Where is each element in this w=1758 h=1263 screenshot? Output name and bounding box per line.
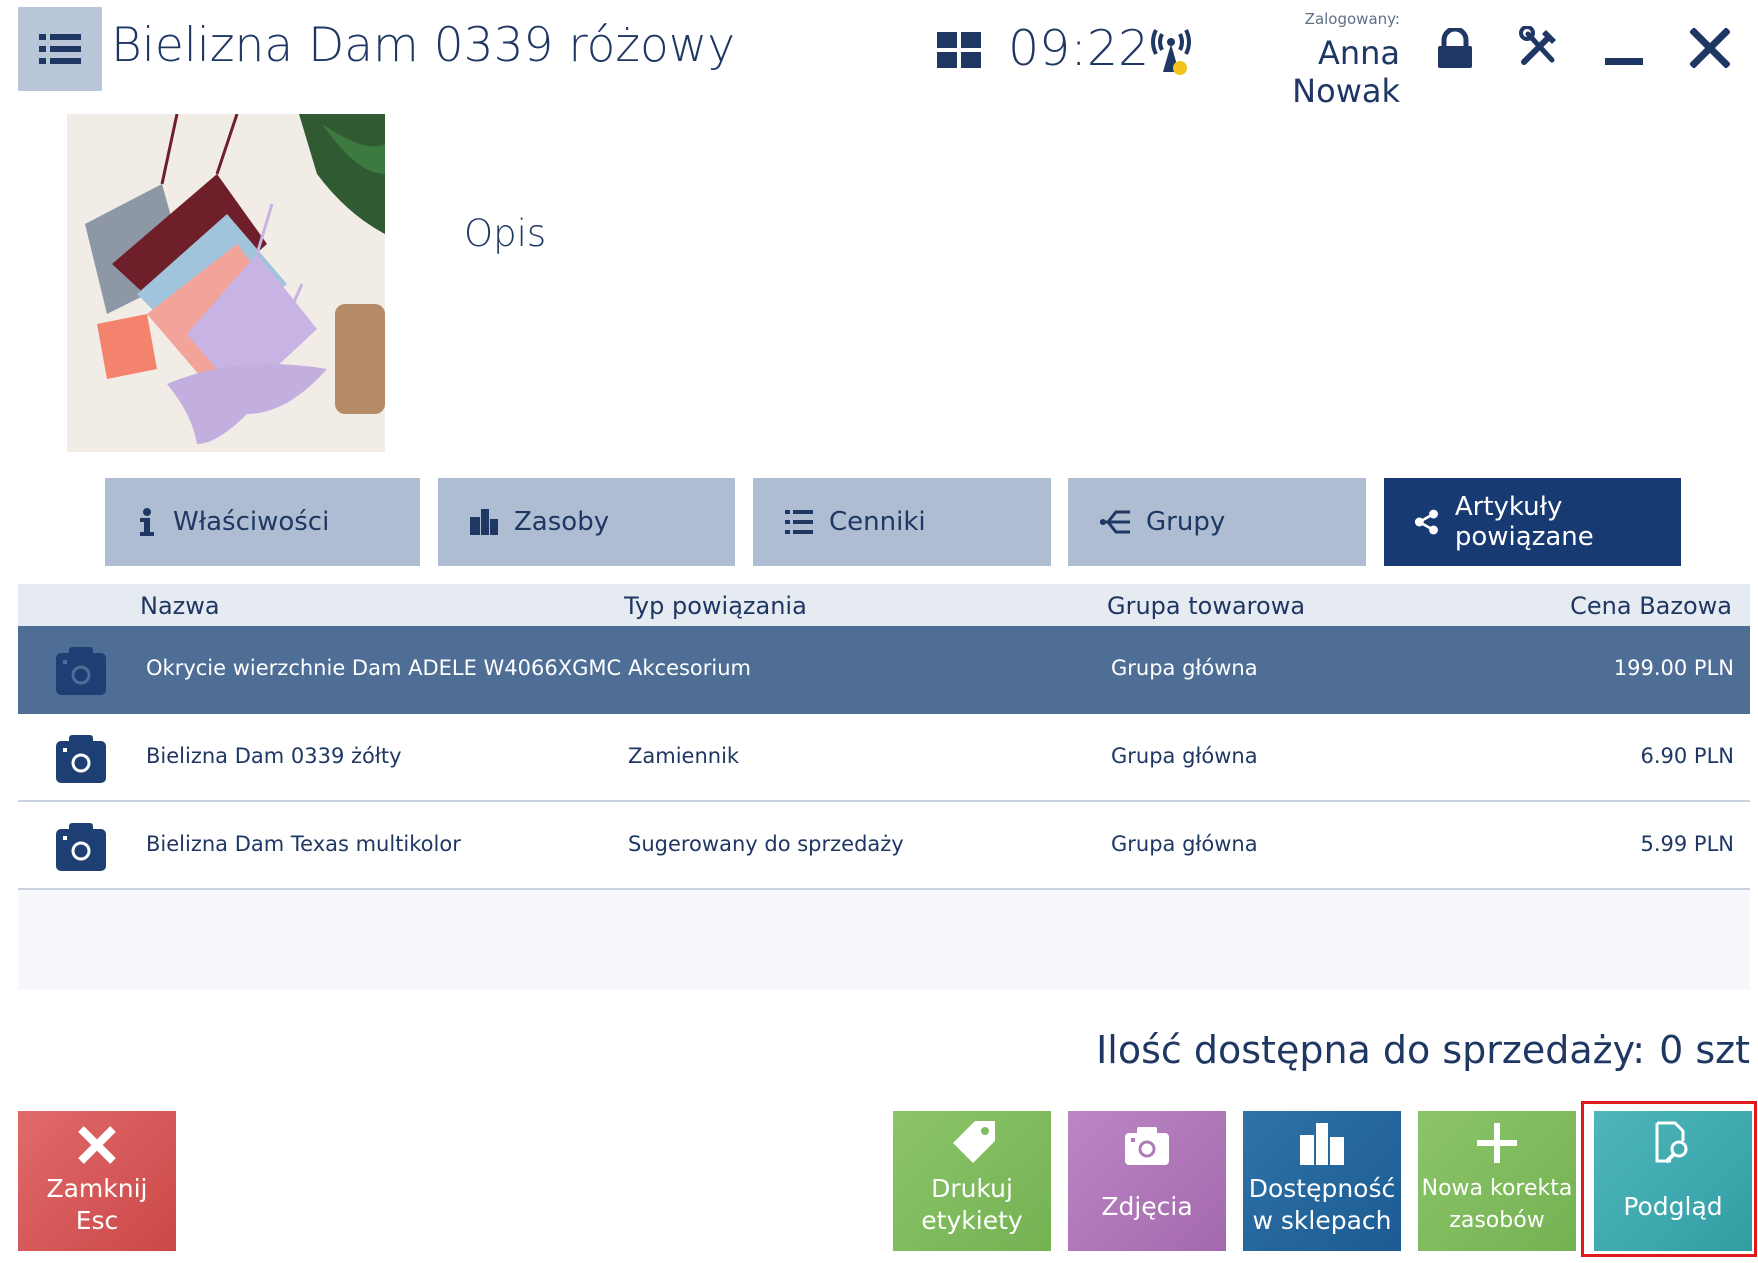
row-base-price: 199.00 PLN: [1613, 656, 1734, 680]
close-button-label: Zamknij: [46, 1174, 148, 1203]
minimize-icon[interactable]: [1605, 58, 1643, 65]
available-stock-label: Ilość dostępna do sprzedaży:: [1096, 1028, 1646, 1072]
camera-icon[interactable]: [56, 821, 106, 871]
page-title: Bielizna Dam 0339 różowy: [111, 18, 736, 73]
close-button[interactable]: Zamknij Esc: [18, 1111, 176, 1251]
column-header-name[interactable]: Nazwa: [140, 592, 220, 620]
product-photo: [67, 114, 385, 452]
close-button-shortcut: Esc: [75, 1206, 119, 1235]
store-availability-button[interactable]: Dostępność w sklepach: [1243, 1111, 1401, 1251]
store-availability-line1: Dostępność: [1248, 1174, 1396, 1203]
logged-in-label: Zalogowany:: [1304, 10, 1400, 28]
menu-list-icon: [39, 34, 81, 64]
available-stock-value: 0 szt: [1659, 1028, 1750, 1072]
tab-properties[interactable]: Właściwości: [105, 478, 420, 566]
table-row[interactable]: Bielizna Dam Texas multikolor Sugerowany…: [18, 802, 1750, 890]
tab-resources[interactable]: Zasoby: [438, 478, 735, 566]
photos-button-label: Zdjęcia: [1101, 1192, 1193, 1221]
user-name[interactable]: Anna Nowak: [1212, 34, 1400, 110]
plus-icon: [1477, 1123, 1517, 1163]
row-base-price: 5.99 PLN: [1640, 832, 1734, 856]
tab-properties-label: Właściwości: [173, 507, 330, 537]
connection-status-icon[interactable]: [1148, 24, 1194, 78]
tools-icon[interactable]: [1518, 26, 1560, 68]
list-icon: [785, 510, 813, 534]
row-relation-type: Akcesorium: [628, 656, 752, 680]
print-labels-line1: Drukuj: [931, 1174, 1013, 1203]
row-base-price: 6.90 PLN: [1640, 744, 1734, 768]
close-window-icon[interactable]: [1690, 28, 1730, 68]
related-items-table: Nazwa Typ powiązania Grupa towarowa Cena…: [18, 584, 1750, 990]
row-product-group: Grupa główna: [1111, 656, 1258, 680]
table-header: Nazwa Typ powiązania Grupa towarowa Cena…: [18, 584, 1750, 626]
column-header-base-price[interactable]: Cena Bazowa: [1570, 592, 1732, 620]
buildings-icon: [470, 509, 498, 535]
buildings-icon: [1300, 1123, 1344, 1165]
new-stock-correction-line2: zasobów: [1449, 1208, 1545, 1233]
tab-price-lists[interactable]: Cenniki: [753, 478, 1051, 566]
camera-icon: [1125, 1127, 1169, 1165]
clock: 09:22: [1008, 20, 1150, 77]
row-product-group: Grupa główna: [1111, 832, 1258, 856]
row-relation-type: Zamiennik: [628, 744, 740, 768]
row-relation-type: Sugerowany do sprzedaży: [628, 832, 904, 856]
table-row[interactable]: Okrycie wierzchnie Dam ADELE W4066XGMC g…: [18, 626, 1750, 714]
print-labels-button[interactable]: Drukuj etykiety: [893, 1111, 1051, 1251]
share-icon: [1414, 509, 1438, 535]
tiles-icon[interactable]: [937, 32, 981, 68]
tab-related-items-label: Artykuły powiązane: [1454, 492, 1594, 552]
new-stock-correction-line1: Nowa korekta: [1421, 1176, 1573, 1201]
row-product-group: Grupa główna: [1111, 744, 1258, 768]
top-bar: Bielizna Dam 0339 różowy 09:22 Zalogowan…: [0, 0, 1758, 110]
tab-related-items[interactable]: Artykuły powiązane: [1384, 478, 1681, 566]
tag-icon: [953, 1121, 995, 1163]
tab-groups[interactable]: Grupy: [1068, 478, 1366, 566]
row-name: Okrycie wierzchnie Dam ADELE W4066XGMC g…: [146, 656, 624, 680]
photos-button[interactable]: Zdjęcia: [1068, 1111, 1226, 1251]
lock-icon[interactable]: [1435, 28, 1475, 70]
row-name: Bielizna Dam Texas multikolor: [146, 832, 461, 856]
hierarchy-icon: [1100, 510, 1130, 534]
close-icon: [78, 1126, 116, 1164]
row-name: Bielizna Dam 0339 żółty: [146, 744, 402, 768]
tab-resources-label: Zasoby: [514, 507, 610, 537]
tab-groups-label: Grupy: [1146, 507, 1226, 537]
column-header-product-group[interactable]: Grupa towarowa: [1107, 592, 1305, 620]
tab-bar: Właściwości Zasoby Cenniki Grupy Artykuł…: [0, 478, 1758, 566]
info-icon: [140, 508, 154, 536]
store-availability-line2: w sklepach: [1252, 1206, 1392, 1235]
available-stock: Ilość dostępna do sprzedaży: 0 szt: [1096, 1028, 1750, 1072]
preview-button-highlight: [1581, 1101, 1757, 1257]
tab-price-lists-label: Cenniki: [829, 507, 926, 537]
camera-icon[interactable]: [56, 645, 106, 695]
description-label: Opis: [464, 212, 547, 255]
camera-icon[interactable]: [56, 733, 106, 783]
new-stock-correction-button[interactable]: Nowa korekta zasobów: [1418, 1111, 1576, 1251]
menu-button[interactable]: [18, 7, 102, 91]
table-row[interactable]: Bielizna Dam 0339 żółty Zamiennik Grupa …: [18, 714, 1750, 802]
column-header-relation-type[interactable]: Typ powiązania: [624, 592, 807, 620]
print-labels-line2: etykiety: [921, 1206, 1023, 1235]
